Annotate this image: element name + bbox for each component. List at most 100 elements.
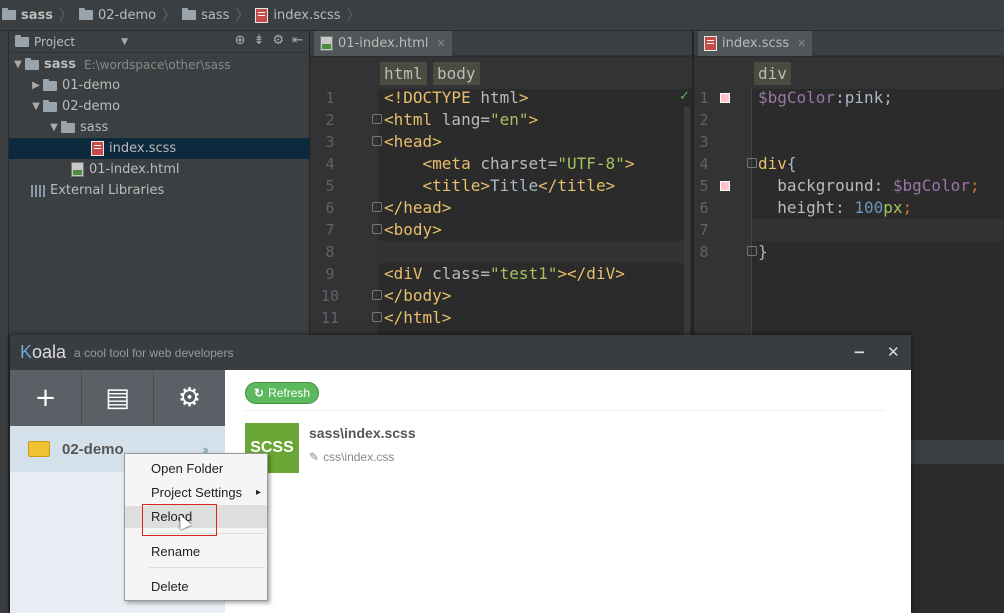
folder-icon [61, 120, 75, 133]
expand-arrow-icon[interactable]: ▼ [47, 122, 61, 133]
settings-button[interactable]: ⚙ [154, 370, 225, 426]
breadcrumb-label: 02-demo [98, 7, 157, 23]
line-number: 2 [699, 111, 709, 129]
editor-html: 01-index.html ✕ html body 1 2 3 4 5 6 7 8 9 10 11 … [309, 31, 693, 335]
folder-icon [25, 57, 39, 70]
scss-file-icon [704, 36, 717, 51]
file-output[interactable]: ✎ css\index.css [309, 450, 394, 464]
folder-icon [182, 8, 197, 20]
fold-marker-icon[interactable] [747, 158, 757, 168]
breadcrumb-item[interactable]: sass 〉 [2, 5, 79, 25]
tab-01-index-html[interactable]: 01-index.html ✕ [314, 31, 452, 56]
minimize-button[interactable]: − [853, 343, 866, 361]
fold-marker-icon[interactable] [372, 224, 382, 234]
tree-item-01-demo[interactable]: ▶ 01-demo [9, 75, 309, 96]
lower-panel [911, 440, 1004, 613]
menu-item-label: Delete [151, 579, 189, 594]
expand-arrow-icon[interactable]: ▼ [11, 59, 25, 70]
gear-icon: ⚙ [177, 383, 202, 413]
fold-marker-icon[interactable] [372, 114, 382, 124]
line-number: 3 [325, 133, 335, 151]
menu-item-rename[interactable]: Rename [125, 541, 267, 563]
log-button[interactable]: ▤ [82, 370, 154, 426]
fold-marker-icon[interactable] [372, 136, 382, 146]
dropdown-arrow-icon[interactable]: ▼ [121, 37, 128, 47]
menu-item-delete[interactable]: Delete [125, 576, 267, 598]
folder-icon [28, 441, 50, 457]
tag-crumb-html[interactable]: html [380, 62, 427, 85]
html-file-icon [71, 162, 84, 177]
tree-item-label: 01-index.html [89, 162, 180, 177]
project-name: 02-demo [62, 440, 124, 458]
file-name[interactable]: sass\index.scss [309, 425, 416, 441]
line-number: 7 [325, 221, 335, 239]
logo-text: oala [32, 342, 67, 362]
tree-item-02-demo[interactable]: ▼ 02-demo [9, 96, 309, 117]
breadcrumb-separator: 〉 [346, 8, 361, 24]
tree-item-external-libraries[interactable]: External Libraries [9, 180, 309, 201]
line-number: 6 [699, 199, 709, 217]
expand-arrow-icon[interactable]: ▼ [29, 101, 43, 112]
tree-item-index-scss[interactable]: index.scss [9, 138, 309, 159]
project-panel-title[interactable]: Project [34, 35, 75, 49]
breadcrumb-item[interactable]: index.scss 〉 [255, 5, 366, 25]
hide-icon[interactable]: ⇤ [292, 33, 303, 48]
collapse-icon[interactable]: ⇟ [254, 33, 265, 48]
line-number: 4 [325, 155, 335, 173]
logo-letter: K [20, 342, 33, 362]
refresh-button[interactable]: ↻ Refresh [245, 382, 320, 404]
breadcrumb-separator: 〉 [162, 8, 177, 24]
submenu-arrow-icon: ▸ [255, 487, 261, 498]
tree-item-label: 02-demo [62, 99, 121, 114]
tab-label: 01-index.html [338, 36, 429, 51]
close-button[interactable]: ✕ [887, 343, 900, 361]
project-panel-header: Project ▼ ⊕ ⇟ ⚙ ⇤ [9, 31, 309, 53]
lower-panel-header [911, 440, 1004, 464]
close-tab-icon[interactable]: ✕ [437, 37, 446, 50]
collapse-arrow-icon[interactable]: ▶ [29, 80, 43, 91]
tab-index-scss[interactable]: index.scss ✕ [698, 31, 813, 56]
tree-item-label: index.scss [109, 141, 177, 156]
folder-icon [2, 8, 16, 20]
refresh-label: Refresh [268, 386, 311, 400]
folder-icon [43, 99, 57, 112]
breadcrumb-label: index.scss [273, 7, 341, 23]
fold-marker-icon[interactable] [372, 202, 382, 212]
tag-crumb-body[interactable]: body [433, 62, 480, 85]
menu-item-label: Project Settings [151, 485, 243, 500]
tree-item-sass[interactable]: ▼ sass [9, 117, 309, 138]
line-number: 8 [699, 243, 709, 261]
tool-window-strip[interactable] [0, 31, 9, 613]
folder-icon [79, 8, 93, 20]
breadcrumb-item[interactable]: 02-demo 〉 [79, 5, 182, 25]
koala-logo: Koala [20, 342, 66, 363]
fold-marker-icon[interactable] [372, 312, 382, 322]
line-number: 8 [325, 243, 335, 261]
breadcrumb-item[interactable]: sass 〉 [182, 5, 255, 25]
code-area[interactable]: <!DOCTYPE html> <html lang="en"> <head> … [384, 87, 634, 329]
code-area[interactable]: $bgColor:pink; div{ background: $bgColor… [758, 87, 980, 263]
tree-item-label: External Libraries [50, 183, 165, 198]
tag-breadcrumb: div [694, 57, 1004, 90]
tag-crumb-div[interactable]: div [754, 62, 791, 85]
fold-marker-icon[interactable] [372, 290, 382, 300]
line-number: 1 [699, 89, 709, 107]
tag-breadcrumb: html body [310, 57, 693, 90]
log-icon: ▤ [105, 383, 130, 413]
menu-item-open-folder[interactable]: Open Folder [125, 458, 267, 480]
tree-item-label: sass [44, 57, 76, 72]
fold-marker-icon[interactable] [747, 246, 757, 256]
koala-titlebar[interactable]: Koala a cool tool for web developers − ✕ [10, 335, 911, 370]
refresh-icon: ↻ [254, 386, 265, 400]
project-icon [15, 34, 29, 47]
gear-icon[interactable]: ⚙ [272, 33, 284, 48]
tree-item-sass-root[interactable]: ▼ sass E:\wordspace\other\sass [9, 54, 309, 75]
add-project-button[interactable]: + [10, 370, 82, 426]
sync-icon[interactable]: ⊕ [235, 33, 246, 48]
breadcrumb-separator: 〉 [235, 8, 250, 24]
tree-item-01-index-html[interactable]: 01-index.html [9, 159, 309, 180]
close-tab-icon[interactable]: ✕ [797, 37, 806, 50]
koala-tagline: a cool tool for web developers [74, 345, 234, 360]
tree-item-path: E:\wordspace\other\sass [84, 57, 231, 72]
menu-item-project-settings[interactable]: Project Settings ▸ [125, 482, 267, 504]
